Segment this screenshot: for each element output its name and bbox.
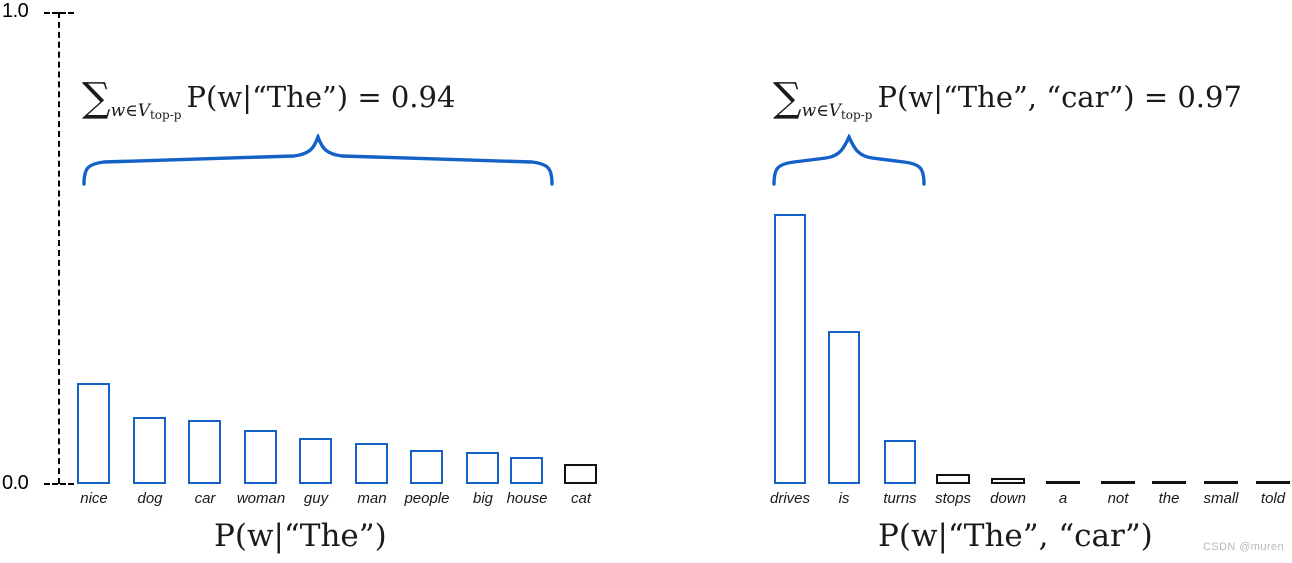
bar-told [1256, 481, 1290, 484]
right-panel: ∑w∈Vtop-p P(w|“The”, “car”) = 0.97 drive… [0, 0, 1292, 563]
bar-a [1046, 481, 1080, 484]
tick-label-told: told [1260, 490, 1286, 507]
bar-the [1152, 481, 1186, 484]
bar-turns [884, 440, 916, 484]
bar-small [1204, 481, 1238, 484]
bar-drives [774, 214, 806, 484]
bar-is [828, 331, 860, 484]
tick-label-down: down [990, 490, 1026, 507]
tick-label-is: is [838, 490, 850, 507]
bar-stops [936, 474, 970, 484]
tick-label-drives: drives [769, 490, 810, 507]
watermark-text: CSDN @muren [1203, 541, 1284, 553]
bar-not [1101, 481, 1135, 484]
figure-root: 1.0 0.0 ∑w∈Vtop-p P(w|“The”) = 0.94 nice… [0, 0, 1292, 563]
right-bar-group [0, 0, 1292, 563]
right-caption: P(w|“The”, “car”) [878, 518, 1153, 554]
tick-label-a: a [1058, 490, 1068, 507]
tick-label-stops: stops [935, 490, 971, 507]
bar-down [991, 478, 1025, 484]
